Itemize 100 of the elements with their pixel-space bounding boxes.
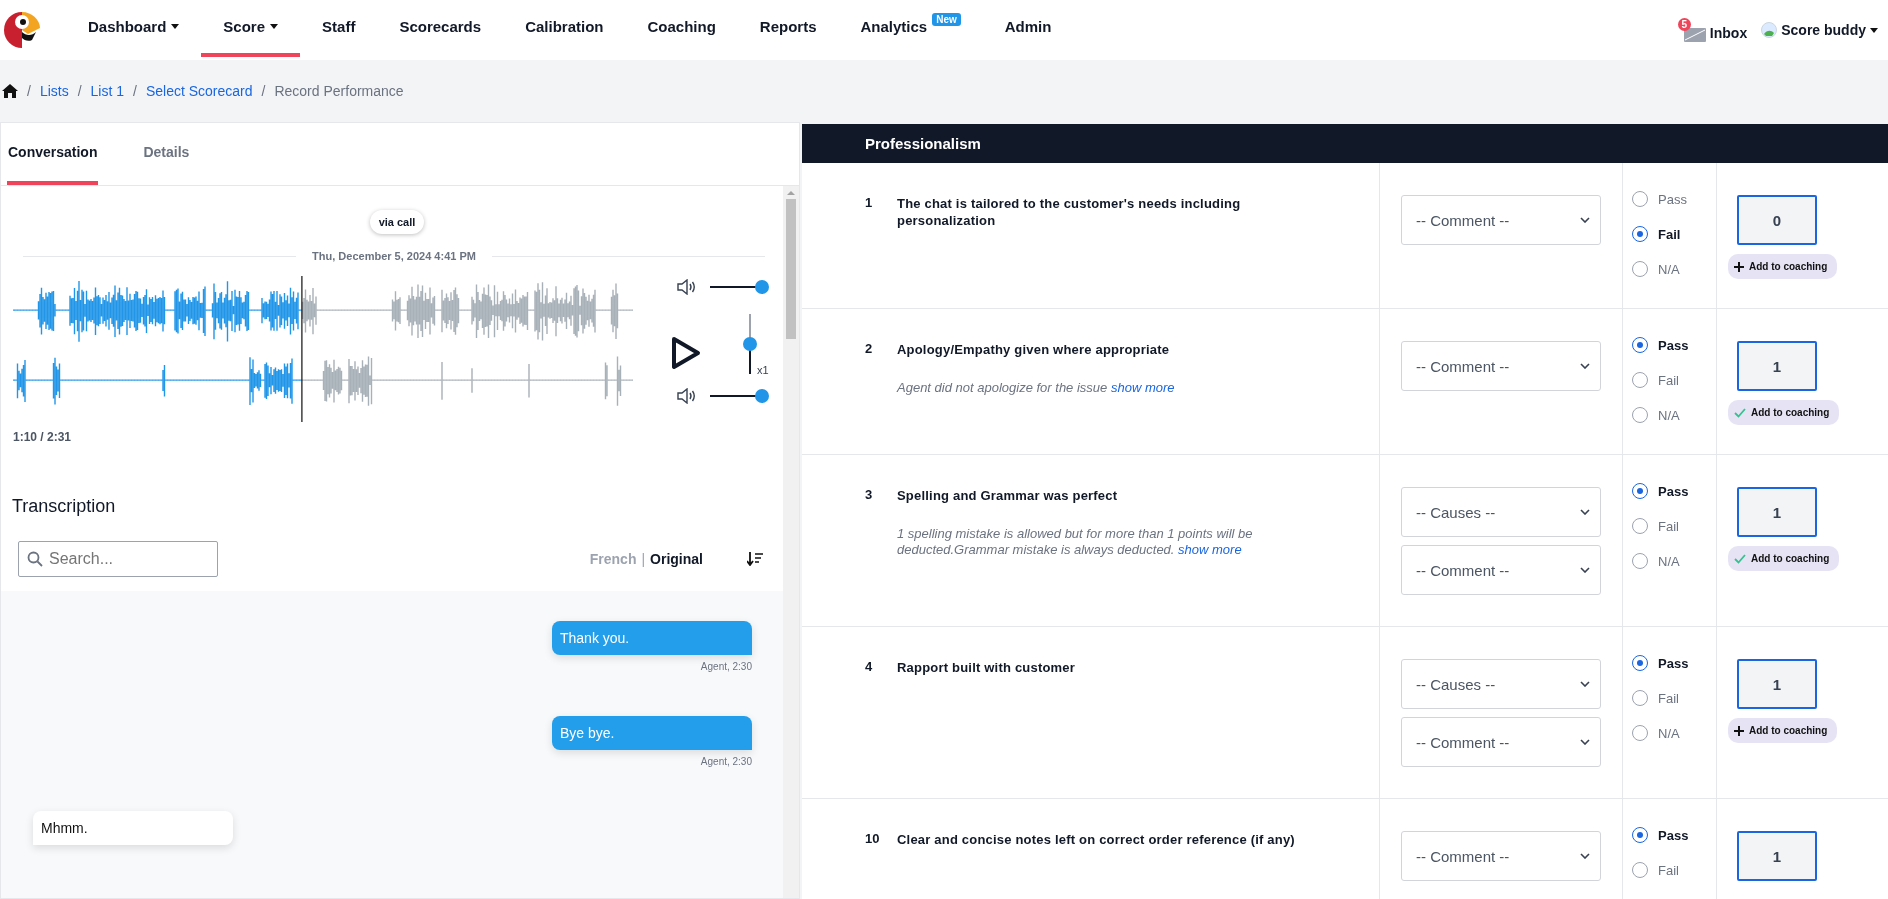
scrollbar[interactable] [783,186,799,898]
dropdown[interactable]: -- Comment -- [1401,717,1601,767]
question-number: 10 [865,831,881,848]
home-icon[interactable] [2,84,18,98]
plus-icon [1734,725,1744,736]
radio-option[interactable]: N/A [1632,723,1716,743]
scrollbar-thumb[interactable] [786,199,796,339]
question-note: Agent did not apologize for the issue show more [897,380,1176,396]
nav-link[interactable]: Coaching [625,0,738,57]
question-number: 3 [865,487,874,504]
radio-option[interactable]: N/A [1632,259,1716,279]
breadcrumb-link[interactable]: Lists [39,83,69,99]
radio-option[interactable]: Fail [1632,224,1716,244]
question-text: Rapport built with customer [897,659,1076,676]
question-text: The chat is tailored to the customer's needs including personalization [897,195,1242,229]
nav-link[interactable]: Scorecards [377,0,504,57]
breadcrumb-separator: / [27,83,31,99]
section-title: Professionalism [865,135,981,152]
add-to-coaching-button[interactable]: Add to coaching [1728,718,1838,743]
nav-link[interactable]: Staff [300,0,378,57]
radio-option[interactable]: Fail [1632,688,1716,708]
nav-link[interactable]: Analytics New [838,0,983,57]
plus-icon [1734,261,1744,272]
check-icon [1734,407,1746,418]
radio-option[interactable]: Fail [1632,860,1716,880]
avatar-icon [1761,22,1778,38]
message-bubble: Thank you. [552,621,752,655]
parrot-logo[interactable] [2,10,42,50]
question-number: 2 [865,341,874,358]
tab[interactable]: Conversation [7,123,99,185]
message-bubble: Bye bye. [552,716,752,750]
dropdown[interactable]: -- Comment -- [1401,545,1601,595]
score-field[interactable]: 1 [1737,487,1817,537]
chevron-icon [1580,681,1590,687]
nav-link[interactable]: Dashboard [66,0,202,57]
unread-count: 5 [1677,18,1691,31]
message-bubble: Mhmm. [33,811,233,845]
breadcrumb-link[interactable]: List 1 [90,83,125,99]
envelope-icon [1683,28,1706,42]
show-more-link[interactable]: show more [1110,380,1175,395]
radio-option[interactable]: Pass [1632,653,1716,673]
breadcrumb-current: Record Performance [274,83,404,99]
message-meta: Agent, 2:30 [700,661,752,672]
radio-option[interactable]: Fail [1632,370,1716,390]
chevron-icon [1580,567,1590,573]
score-field[interactable]: 1 [1737,341,1817,391]
nav-link[interactable]: Calibration [503,0,626,57]
radio-option[interactable]: N/A [1632,405,1716,425]
question-note: 1 spelling mistake is allowed but for more than 1 points will be deducted.Grammar mistake is always deducted. show more [897,526,1254,558]
sort-icon[interactable] [747,552,763,566]
chevron-icon [1580,739,1590,745]
chevron-icon [1580,363,1590,369]
question-number: 4 [865,659,874,676]
show-more-link[interactable]: show more [1178,542,1242,557]
call-date: Thu, December 5, 2024 4:41 PM [311,250,477,262]
add-to-coaching-button[interactable]: Add to coaching [1728,546,1840,571]
speaker-icon[interactable] [677,388,697,404]
radio-option[interactable]: N/A [1632,551,1716,571]
breadcrumb-link[interactable]: Select Scorecard [145,83,253,99]
caret-icon [270,24,279,29]
breadcrumb-separator: / [133,83,137,99]
playback-time: 1:10 / 2:31 [13,430,73,444]
section-title: Transcription [12,496,117,517]
dropdown[interactable]: -- Causes -- [1401,659,1601,709]
question-text: Apology/Empathy given where appropriate [897,341,1171,358]
message-meta: Agent, 2:30 [700,756,752,767]
nav-link[interactable]: Admin [982,0,1074,57]
question-text: Spelling and Grammar was perfect [897,487,1119,504]
user-menu[interactable]: Score buddy [1761,22,1878,38]
add-to-coaching-button[interactable]: Add to coaching [1728,400,1840,425]
new-badge: New [932,13,961,26]
score-field[interactable]: 1 [1737,831,1817,881]
chevron-icon [1580,853,1590,859]
score-field[interactable]: 0 [1737,195,1817,245]
dropdown[interactable]: -- Comment -- [1401,831,1601,881]
question-number: 1 [865,195,874,212]
radio-option[interactable]: Pass [1632,825,1716,845]
nav-link[interactable]: Score [201,0,301,57]
search-field[interactable]: Search... [18,541,218,577]
caret-icon [171,24,180,29]
breadcrumb-separator: / [77,83,82,99]
inbox-link[interactable]: 5 Inbox [1677,18,1748,42]
add-to-coaching-button[interactable]: Add to coaching [1728,254,1838,279]
speed-reading: x1 [757,364,769,376]
dropdown[interactable]: -- Causes -- [1401,487,1601,537]
language-toggle[interactable]: Original [650,551,703,567]
radio-option[interactable]: Pass [1632,335,1716,355]
caret-icon [1870,27,1878,33]
nav-link[interactable]: Reports [737,0,839,57]
radio-option[interactable]: Pass [1632,189,1716,209]
dropdown[interactable]: -- Comment -- [1401,341,1601,391]
chevron-icon [1580,217,1590,223]
check-icon [1734,553,1746,564]
question-text: Clear and concise notes left on correct order reference (if any) [897,831,1296,848]
tab[interactable]: Details [142,123,191,185]
radio-option[interactable]: Pass [1632,481,1716,501]
radio-option[interactable]: Fail [1632,516,1716,536]
speaker-icon[interactable] [677,279,697,295]
dropdown[interactable]: -- Comment -- [1401,195,1601,245]
score-field[interactable]: 1 [1737,659,1817,709]
